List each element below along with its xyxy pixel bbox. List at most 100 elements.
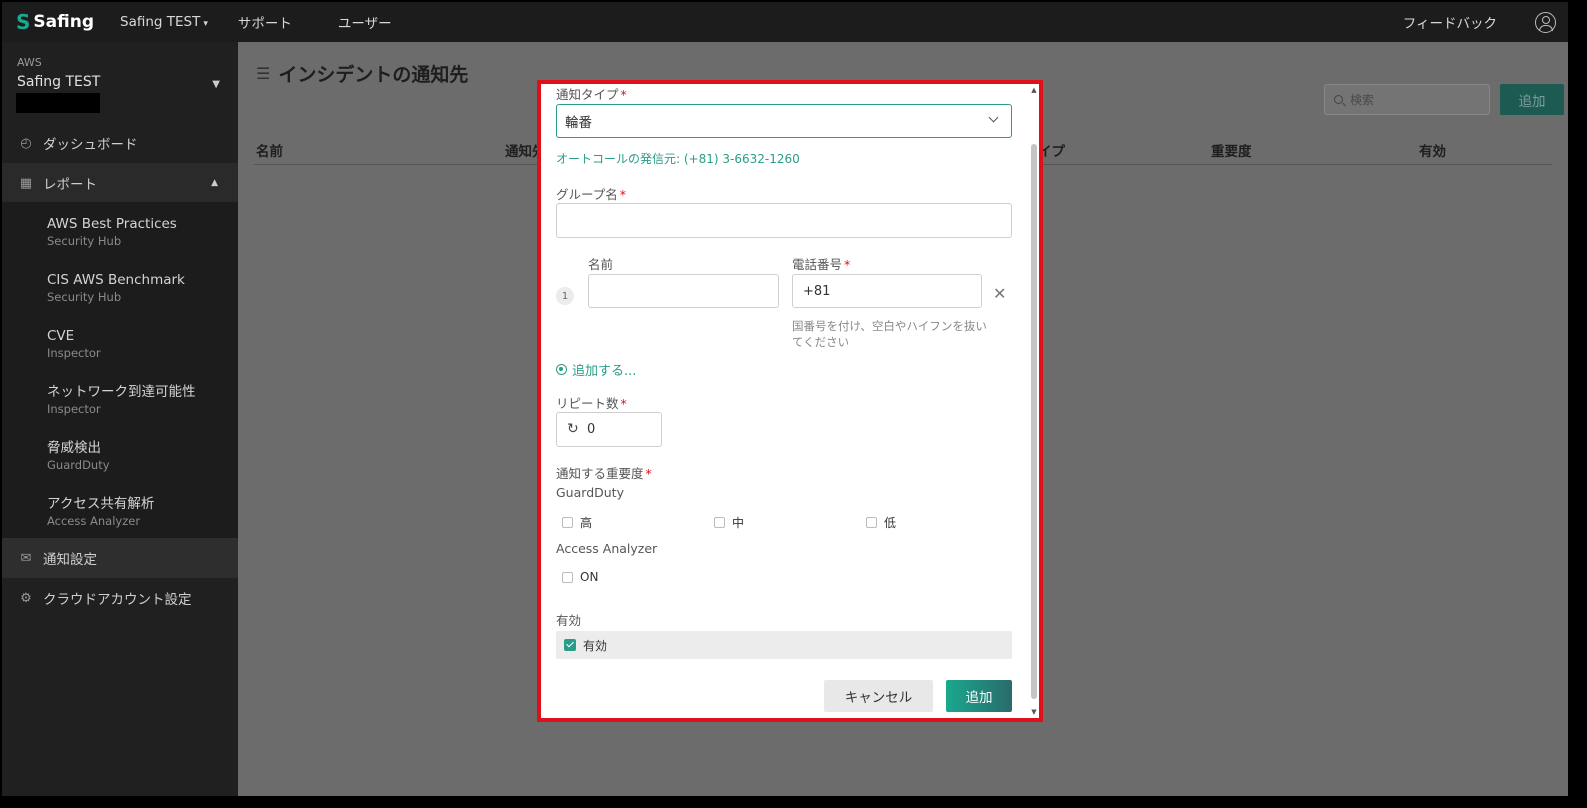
mail-icon: ✉ xyxy=(20,550,32,566)
chevron-up-icon: ▲ xyxy=(211,178,218,188)
repeat-count-value: 0 xyxy=(587,422,596,437)
report-source: Inspector xyxy=(47,346,101,360)
report-item-access-analyzer[interactable]: アクセス共有解析 Access Analyzer xyxy=(2,487,238,543)
column-header-name[interactable]: 名前 xyxy=(256,140,283,160)
checkbox-icon xyxy=(866,517,877,528)
feedback-link[interactable]: フィードバック xyxy=(1403,12,1497,32)
account-icon[interactable] xyxy=(1535,11,1556,33)
checkbox-icon xyxy=(714,517,725,528)
sidebar-item-reports[interactable]: ▦ レポート ▲ xyxy=(2,163,238,203)
required-mark: * xyxy=(620,87,627,102)
scroll-thumb[interactable] xyxy=(1031,144,1037,699)
group-name-label: グループ名 * xyxy=(556,184,626,203)
refresh-icon: ↻ xyxy=(567,421,579,437)
page-title-text: インシデントの通知先 xyxy=(278,64,469,86)
column-header-enabled[interactable]: 有効 xyxy=(1419,140,1446,160)
member-index-badge: 1 xyxy=(556,287,574,305)
report-source: Inspector xyxy=(47,402,101,416)
chevron-down-icon xyxy=(988,112,999,123)
report-item-cve[interactable]: CVE Inspector xyxy=(2,319,238,375)
label-text: 通知タイプ xyxy=(556,87,619,102)
sidebar-item-label: 通知設定 xyxy=(43,552,97,568)
brand-logo[interactable]: S Safing xyxy=(16,10,94,34)
label-text: グループ名 xyxy=(556,187,618,202)
phone-field[interactable]: +81 xyxy=(792,274,982,308)
report-source: GuardDuty xyxy=(47,458,110,472)
grid-icon: ▦ xyxy=(19,175,33,191)
sidebar: AWS Safing TEST ▼ ◴ ダッシュボード ▦ レポート ▲ AWS… xyxy=(2,42,238,796)
report-title: アクセス共有解析 xyxy=(47,496,155,512)
report-source: Access Analyzer xyxy=(47,514,141,528)
member-name-field[interactable] xyxy=(588,274,779,308)
required-mark: * xyxy=(645,466,652,481)
checkbox-label: ON xyxy=(580,570,599,584)
checkbox-label: 高 xyxy=(580,516,593,530)
search-placeholder: 検索 xyxy=(1350,93,1375,107)
report-source: Security Hub xyxy=(47,234,122,248)
sidebar-item-label: ダッシュボード xyxy=(43,137,138,153)
redacted-account-id xyxy=(16,93,100,113)
notify-type-label: 通知タイプ * xyxy=(556,84,627,103)
add-circle-icon xyxy=(556,364,567,375)
scroll-up-icon[interactable]: ▲ xyxy=(1031,86,1037,94)
cancel-button[interactable]: キャンセル xyxy=(824,680,933,712)
gauge-icon: ◴ xyxy=(20,135,32,151)
submit-add-button[interactable]: 追加 xyxy=(946,680,1012,712)
nav-users[interactable]: ユーザー xyxy=(338,12,392,32)
repeat-count-field[interactable]: ↻ 0 xyxy=(556,412,662,447)
enabled-label: 有効 xyxy=(556,613,582,628)
report-item-network-reachability[interactable]: ネットワーク到達可能性 Inspector xyxy=(2,375,238,431)
nav-support[interactable]: サポート xyxy=(238,12,292,32)
severity-high-checkbox[interactable]: 高 xyxy=(562,514,592,531)
notify-type-select[interactable]: 輪番 xyxy=(556,104,1012,138)
report-source: Security Hub xyxy=(47,290,122,304)
label-text: リピート数 xyxy=(556,396,619,411)
top-navbar: S Safing Safing TEST ▾ サポート ユーザー フィードバック xyxy=(2,2,1568,42)
notify-type-value: 輪番 xyxy=(565,115,592,131)
account-selector[interactable]: Safing TEST xyxy=(17,74,100,90)
scroll-down-icon[interactable]: ▼ xyxy=(1031,708,1037,716)
chevron-down-icon[interactable]: ▼ xyxy=(212,79,220,90)
phone-hint: 国番号を付け、空白やハイフンを抜いてください xyxy=(792,319,987,349)
autocall-note: オートコールの発信元: (+81) 3-6632-1260 xyxy=(556,152,800,166)
label-text: 通知する重要度 xyxy=(556,466,644,481)
column-header-severity[interactable]: 重要度 xyxy=(1211,140,1252,160)
report-item-cis-benchmark[interactable]: CIS AWS Benchmark Security Hub xyxy=(2,263,238,319)
tenant-name: Safing TEST xyxy=(120,14,201,30)
report-title: ネットワーク到達可能性 xyxy=(47,384,196,400)
phone-label: 電話番号 * xyxy=(792,254,850,273)
report-item-threat-detection[interactable]: 脅威検出 GuardDuty xyxy=(2,431,238,487)
access-analyzer-on-checkbox[interactable]: ON xyxy=(562,570,598,584)
safing-logo-icon: S xyxy=(16,10,31,34)
remove-member-icon[interactable]: ✕ xyxy=(993,284,1006,303)
checkmark-icon xyxy=(564,639,576,651)
severity-low-checkbox[interactable]: 低 xyxy=(866,514,896,531)
severity-medium-checkbox[interactable]: 中 xyxy=(714,514,744,531)
checkbox-icon xyxy=(562,571,573,583)
add-member-label: 追加する... xyxy=(572,364,637,379)
guardduty-label: GuardDuty xyxy=(556,485,624,500)
enabled-checkbox[interactable]: 有効 xyxy=(556,631,1012,659)
modal-scrollbar[interactable]: ▲ ▼ xyxy=(1031,84,1037,718)
checkbox-label: 低 xyxy=(884,516,897,530)
search-input[interactable]: 検索 xyxy=(1324,84,1490,115)
access-analyzer-label: Access Analyzer xyxy=(556,541,658,556)
report-title: AWS Best Practices xyxy=(47,216,177,232)
tenant-selector[interactable]: Safing TEST ▾ xyxy=(120,14,208,30)
add-member-link[interactable]: 追加する... xyxy=(556,360,636,379)
sidebar-item-cloud-account-settings[interactable]: ⚙ クラウドアカウント設定 xyxy=(2,578,238,618)
menu-collapse-icon[interactable]: ☰ xyxy=(256,64,270,83)
required-mark: * xyxy=(619,187,627,202)
sidebar-item-dashboard[interactable]: ◴ ダッシュボード xyxy=(2,123,238,163)
report-item-aws-best-practices[interactable]: AWS Best Practices Security Hub xyxy=(2,207,238,263)
cloud-provider-label: AWS xyxy=(17,56,42,69)
sidebar-item-notification-settings[interactable]: ✉ 通知設定 xyxy=(2,538,238,578)
page-title: ☰ インシデントの通知先 xyxy=(256,60,468,87)
add-button[interactable]: 追加 xyxy=(1500,84,1564,115)
checkbox-label: 中 xyxy=(732,516,745,530)
group-name-field[interactable] xyxy=(556,203,1012,238)
member-name-label: 名前 xyxy=(588,257,614,272)
sidebar-item-label: クラウドアカウント設定 xyxy=(43,592,192,608)
search-icon xyxy=(1334,95,1343,104)
label-text: 電話番号 xyxy=(792,257,843,272)
